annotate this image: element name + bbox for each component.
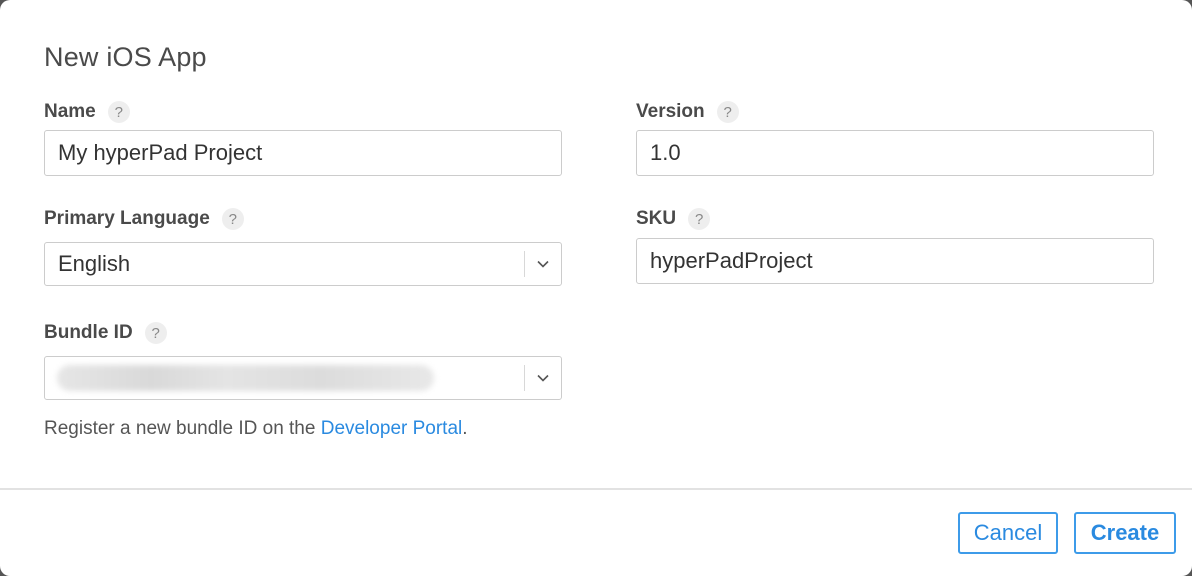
- name-input[interactable]: [44, 130, 562, 176]
- sku-input[interactable]: [636, 238, 1154, 284]
- name-label-row: Name ?: [44, 101, 130, 123]
- new-app-dialog: New iOS App Name ? Version ? Primary Lan…: [0, 0, 1192, 576]
- chevron-down-icon[interactable]: [525, 374, 561, 382]
- hint-suffix: .: [462, 418, 468, 439]
- name-label: Name: [44, 101, 96, 122]
- dialog-title: New iOS App: [44, 42, 207, 72]
- version-label-row: Version ?: [636, 101, 739, 123]
- primary-language-value: English: [58, 251, 131, 276]
- primary-language-select[interactable]: English: [44, 242, 562, 286]
- bundle-id-label: Bundle ID: [44, 322, 133, 343]
- primary-language-label-row: Primary Language ?: [44, 208, 244, 230]
- chevron-down-icon[interactable]: [525, 260, 561, 268]
- version-label: Version: [636, 101, 705, 122]
- hint-prefix: Register a new bundle ID on the: [44, 418, 321, 439]
- name-help-icon[interactable]: ?: [107, 101, 130, 123]
- bundle-id-hint: Register a new bundle ID on the Develope…: [44, 418, 468, 440]
- developer-portal-link[interactable]: Developer Portal: [321, 418, 463, 439]
- primary-language-help-icon[interactable]: ?: [221, 208, 244, 230]
- footer-divider: [0, 488, 1192, 490]
- cancel-button[interactable]: Cancel: [958, 512, 1058, 554]
- primary-language-label: Primary Language: [44, 208, 210, 229]
- bundle-id-value-redacted: [57, 365, 434, 391]
- sku-label-row: SKU ?: [636, 208, 711, 230]
- bundle-id-label-row: Bundle ID ?: [44, 322, 167, 344]
- sku-label: SKU: [636, 208, 677, 229]
- bundle-id-help-icon[interactable]: ?: [144, 322, 167, 344]
- sku-help-icon[interactable]: ?: [688, 208, 711, 230]
- version-help-icon[interactable]: ?: [716, 101, 739, 123]
- version-input[interactable]: [636, 130, 1154, 176]
- create-button[interactable]: Create: [1074, 512, 1176, 554]
- bundle-id-select[interactable]: [44, 356, 562, 400]
